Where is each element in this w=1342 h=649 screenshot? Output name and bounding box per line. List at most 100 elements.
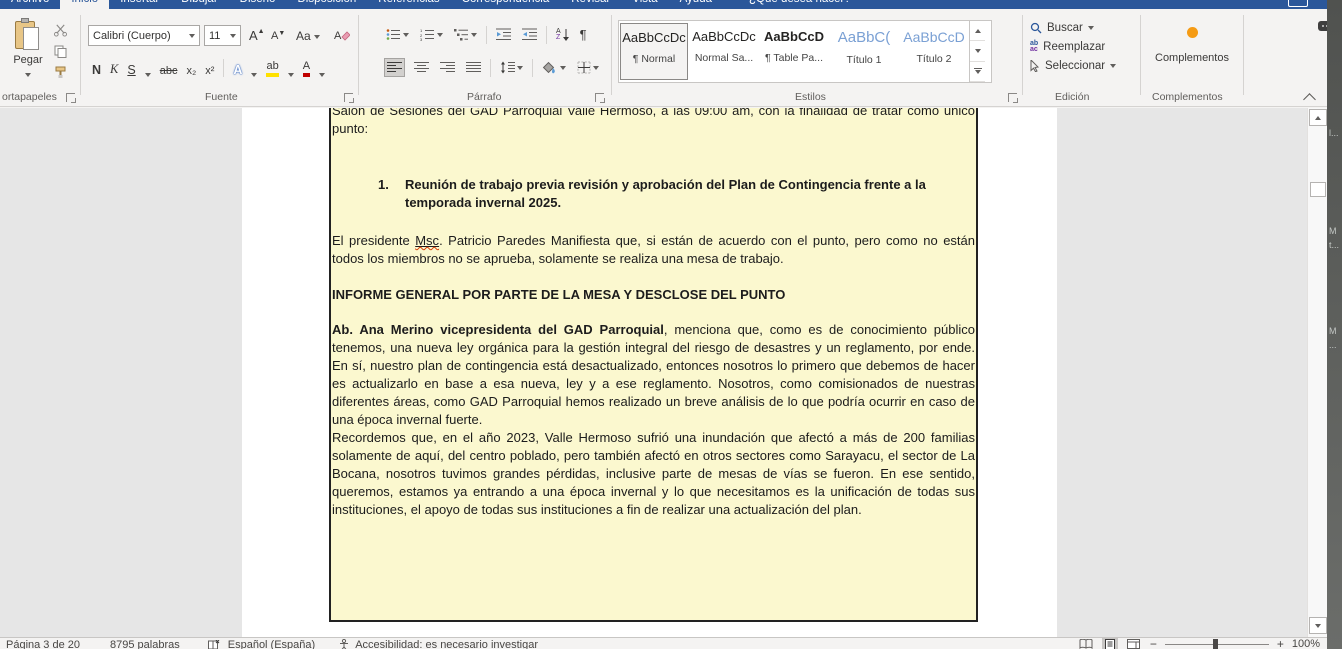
align-left-button[interactable] <box>384 58 405 77</box>
page-indicator[interactable]: Página 3 de 20 <box>6 638 80 649</box>
zoom-slider[interactable] <box>1165 638 1269 649</box>
tab-diseno[interactable]: Diseño <box>229 0 287 9</box>
change-case-button[interactable]: Aa <box>296 29 320 43</box>
tab-ayuda[interactable]: Ayuda <box>669 0 723 9</box>
font-color-caret[interactable] <box>319 73 325 77</box>
tab-revisar[interactable]: Revisar <box>560 0 621 9</box>
scrollbar-thumb[interactable] <box>1310 182 1326 197</box>
style-normal-sa[interactable]: AaBbCcDc Normal Sa... <box>690 23 758 80</box>
read-mode-button[interactable] <box>1078 638 1094 649</box>
styles-scroll-up[interactable] <box>970 21 985 41</box>
font-color-button[interactable]: A <box>303 60 310 77</box>
accessibility-status[interactable]: Accesibilidad: es necesario investigar <box>355 638 538 649</box>
copy-button[interactable] <box>52 44 69 59</box>
tab-referencias[interactable]: Referencias <box>367 0 450 9</box>
tab-dibujar[interactable]: Dibujar <box>170 0 228 9</box>
style-titulo-2[interactable]: AaBbCcD Título 2 <box>900 23 968 80</box>
align-center-button[interactable] <box>412 59 431 76</box>
styles-more-button[interactable] <box>970 62 985 82</box>
highlight-caret[interactable] <box>288 73 294 77</box>
bold-button[interactable]: N <box>92 63 101 77</box>
multilevel-list-button[interactable] <box>452 26 479 43</box>
format-painter-button[interactable] <box>52 65 69 80</box>
copy-icon <box>54 45 67 58</box>
cut-button[interactable] <box>52 23 69 38</box>
accessibility-icon[interactable] <box>339 639 349 649</box>
text-effects-caret[interactable] <box>251 73 257 77</box>
find-button[interactable]: Buscar <box>1030 22 1116 34</box>
font-size-combo[interactable]: 11 <box>204 25 241 46</box>
style-table-pa[interactable]: AaBbCcD ¶ Table Pa... <box>760 23 828 80</box>
document-text[interactable]: Salón de Sesiones del GAD Parroquial Val… <box>332 108 975 519</box>
chevron-down-icon <box>25 73 31 77</box>
sort-button[interactable]: AZ <box>554 27 571 43</box>
shading-caret[interactable] <box>560 66 566 70</box>
clear-formatting-button[interactable]: A <box>334 28 350 46</box>
shrink-font-button[interactable]: A▼ <box>271 30 285 42</box>
bullets-caret[interactable] <box>403 33 409 37</box>
document-canvas[interactable]: Salón de Sesiones del GAD Parroquial Val… <box>0 108 1327 637</box>
bullets-button[interactable] <box>384 26 411 43</box>
web-layout-button[interactable] <box>1126 638 1142 649</box>
line-spacing-button[interactable] <box>498 59 525 76</box>
zoom-level[interactable]: 100% <box>1292 638 1320 649</box>
superscript-button[interactable]: x² <box>205 65 214 77</box>
numbering-button[interactable]: 123 <box>418 26 445 43</box>
addins-button[interactable]: Complementos <box>1152 23 1232 64</box>
collapse-ribbon-button[interactable] <box>1303 93 1316 106</box>
justify-button[interactable] <box>464 59 483 76</box>
zoom-slider-thumb[interactable] <box>1213 639 1218 649</box>
paragraph-dialog-launcher[interactable] <box>595 93 604 102</box>
clipboard-dialog-launcher[interactable] <box>66 93 75 102</box>
vertical-scrollbar[interactable] <box>1307 108 1327 637</box>
tab-inicio[interactable]: Inicio <box>60 0 109 9</box>
highlight-button[interactable]: ab <box>266 60 278 77</box>
select-caret[interactable] <box>1110 64 1116 68</box>
style-titulo-1[interactable]: AaBbC( Título 1 <box>830 23 898 80</box>
styles-scroll-down[interactable] <box>970 41 985 61</box>
tab-archivo[interactable]: Archivo <box>0 0 60 9</box>
tab-correspondencia[interactable]: Correspondencia <box>451 0 561 9</box>
underline-caret[interactable] <box>145 73 151 77</box>
tab-insertar[interactable]: Insertar <box>109 0 170 9</box>
tell-me-box[interactable]: ¿Qué desea hacer? <box>729 0 862 9</box>
align-right-button[interactable] <box>438 59 457 76</box>
grow-font-button[interactable]: A▲ <box>249 28 265 43</box>
word-count[interactable]: 8795 palabras <box>110 638 180 649</box>
print-layout-button[interactable] <box>1102 638 1118 649</box>
italic-button[interactable]: K <box>110 62 118 77</box>
styles-gallery: AaBbCcDc ¶ Normal AaBbCcDc Normal Sa... … <box>618 20 992 83</box>
borders-caret[interactable] <box>593 66 599 70</box>
tab-disposicion[interactable]: Disposición <box>286 0 367 9</box>
text-effects-button[interactable]: A <box>233 63 242 77</box>
borders-button[interactable] <box>575 59 601 76</box>
font-dialog-launcher[interactable] <box>344 93 353 102</box>
select-button[interactable]: Seleccionar <box>1030 60 1116 72</box>
show-marks-button[interactable]: ¶ <box>578 25 589 44</box>
find-caret[interactable] <box>1088 26 1094 30</box>
strikethrough-button[interactable]: abc <box>160 65 178 77</box>
language-indicator[interactable]: Español (España) <box>228 638 315 649</box>
zoom-in-button[interactable]: + <box>1277 637 1284 649</box>
numbering-caret[interactable] <box>437 33 443 37</box>
subscript-button[interactable]: x₂ <box>186 65 196 77</box>
underline-button[interactable]: S <box>127 63 135 77</box>
font-size-value: 11 <box>209 30 220 42</box>
increase-indent-button[interactable] <box>520 26 539 43</box>
style-normal[interactable]: AaBbCcDc ¶ Normal <box>620 23 688 80</box>
proofing-icon[interactable] <box>208 640 220 649</box>
scroll-up-button[interactable] <box>1309 109 1327 126</box>
paste-button[interactable]: Pegar <box>8 20 48 86</box>
multilevel-caret[interactable] <box>471 33 477 37</box>
zoom-out-button[interactable]: − <box>1150 637 1157 649</box>
decrease-indent-button[interactable] <box>494 26 513 43</box>
tab-vista[interactable]: Vista <box>621 0 668 9</box>
paragraph-president: El presidente Msc. Patricio Paredes Mani… <box>332 232 975 268</box>
clipboard-icon <box>15 20 41 52</box>
shading-button[interactable] <box>540 59 568 77</box>
replace-button[interactable]: abac Reemplazar <box>1030 41 1116 53</box>
line-spacing-caret[interactable] <box>517 66 523 70</box>
styles-dialog-launcher[interactable] <box>1008 93 1017 102</box>
scroll-down-button[interactable] <box>1309 617 1327 634</box>
font-name-combo[interactable]: Calibri (Cuerpo) <box>88 25 200 46</box>
